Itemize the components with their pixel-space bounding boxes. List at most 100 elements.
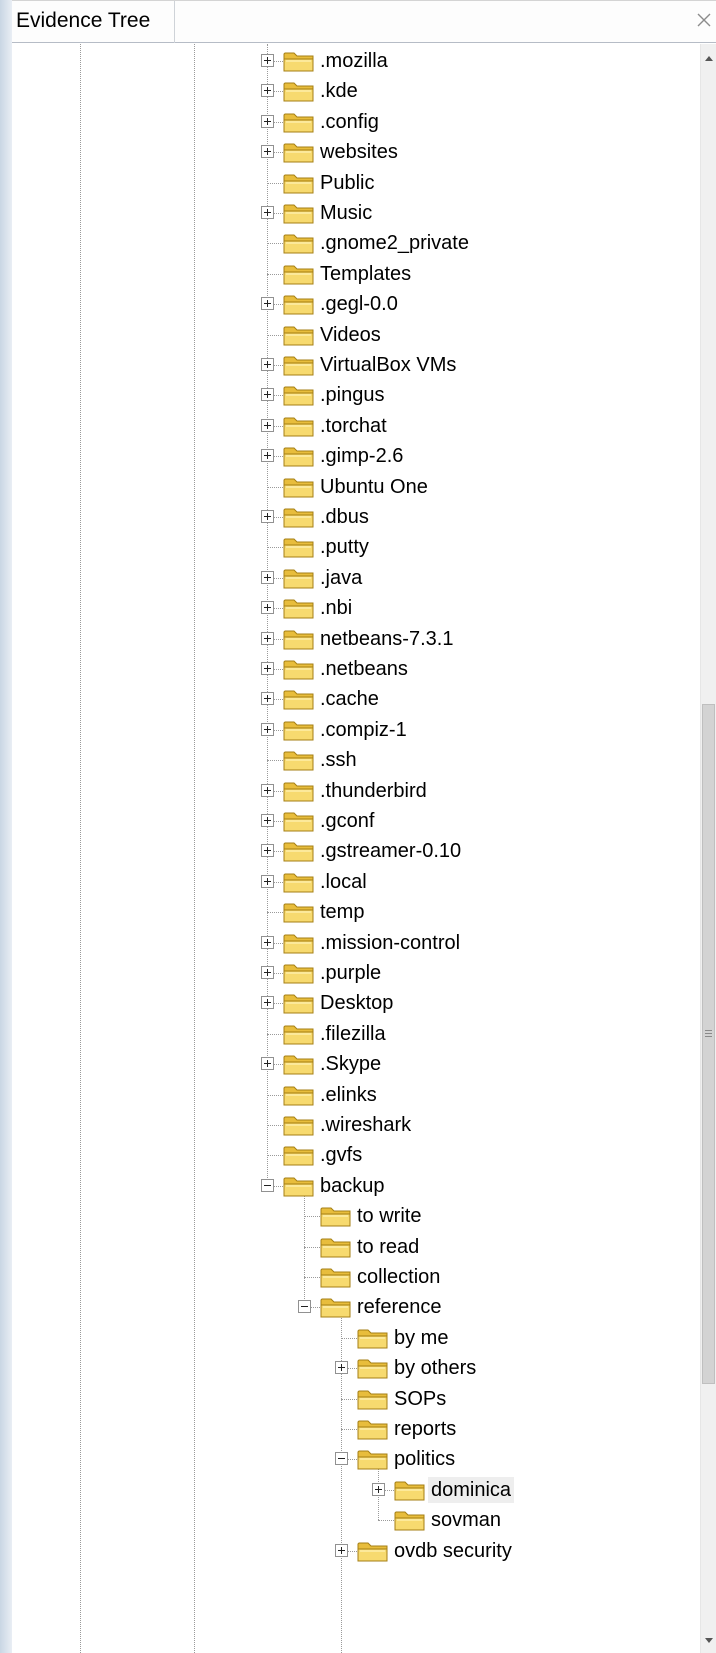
tree-node-label[interactable]: to write: [354, 1203, 424, 1229]
tree-node[interactable]: .gconf: [12, 806, 700, 836]
tree-node-label[interactable]: .gconf: [317, 808, 377, 834]
expand-plus-icon[interactable]: [261, 54, 274, 67]
tree-node-label[interactable]: by others: [391, 1355, 479, 1381]
expand-plus-icon[interactable]: [261, 935, 274, 949]
close-icon[interactable]: [694, 10, 714, 30]
tree-node-label[interactable]: .ssh: [317, 747, 360, 773]
tree-node-label[interactable]: .java: [317, 565, 365, 591]
tree-node[interactable]: temp: [12, 897, 700, 927]
tree-node-label[interactable]: .netbeans: [317, 656, 411, 682]
tree-node[interactable]: .gimp-2.6: [12, 441, 700, 471]
expand-plus-icon[interactable]: [335, 1361, 348, 1375]
tree-node[interactable]: collection: [12, 1262, 700, 1292]
tree-node-label[interactable]: ovdb security: [391, 1538, 515, 1564]
tree-node[interactable]: .wireshark: [12, 1110, 700, 1140]
tree-node[interactable]: backup: [12, 1171, 700, 1201]
tree-node-label[interactable]: VirtualBox VMs: [317, 352, 459, 378]
tree-node-label[interactable]: .mozilla: [317, 48, 391, 74]
tree-node-label[interactable]: to read: [354, 1234, 422, 1260]
tree-node-label[interactable]: .nbi: [317, 595, 355, 621]
tree-node[interactable]: by me: [12, 1323, 700, 1353]
evidence-tree[interactable]: .mozilla .kde .config websites Public Music .g…: [12, 44, 700, 1653]
tree-node[interactable]: .gegl-0.0: [12, 289, 700, 319]
tree-node-label[interactable]: backup: [317, 1173, 388, 1199]
tree-node-label[interactable]: .elinks: [317, 1082, 380, 1108]
tree-node-label[interactable]: reference: [354, 1294, 445, 1320]
vertical-scrollbar[interactable]: [700, 44, 716, 1653]
tree-node-label[interactable]: .thunderbird: [317, 778, 430, 804]
tree-node-label[interactable]: .dbus: [317, 504, 372, 530]
tree-node[interactable]: .pingus: [12, 380, 700, 410]
expand-plus-icon[interactable]: [261, 570, 274, 584]
expand-plus-icon[interactable]: [261, 631, 274, 645]
scroll-down-arrow-icon[interactable]: [701, 1631, 716, 1651]
collapse-minus-icon[interactable]: [261, 1178, 274, 1192]
tree-node-label[interactable]: .Skype: [317, 1051, 384, 1077]
tree-node-label[interactable]: .gegl-0.0: [317, 291, 401, 317]
tree-node[interactable]: .compiz-1: [12, 715, 700, 745]
expand-plus-icon[interactable]: [261, 114, 274, 128]
scrollbar-thumb[interactable]: [702, 704, 715, 1384]
tree-node[interactable]: reports: [12, 1414, 700, 1444]
tree-node-label[interactable]: dominica: [428, 1476, 515, 1503]
tree-node[interactable]: .Skype: [12, 1049, 700, 1079]
tree-node-label[interactable]: reports: [391, 1416, 459, 1442]
tree-node[interactable]: Music: [12, 198, 700, 228]
expand-plus-icon[interactable]: [261, 814, 274, 827]
tree-node[interactable]: to read: [12, 1232, 700, 1262]
tree-node-label[interactable]: Videos: [317, 322, 384, 348]
tree-node[interactable]: .mission-control: [12, 928, 700, 958]
tree-node[interactable]: VirtualBox VMs: [12, 350, 700, 380]
tree-node-label[interactable]: .wireshark: [317, 1112, 414, 1138]
tree-node[interactable]: .elinks: [12, 1080, 700, 1110]
expand-plus-icon[interactable]: [261, 145, 274, 159]
tree-node-label[interactable]: SOPs: [391, 1386, 449, 1412]
expand-plus-icon[interactable]: [261, 692, 274, 706]
tree-node-label[interactable]: Ubuntu One: [317, 474, 431, 500]
tree-node[interactable]: .nbi: [12, 593, 700, 623]
expand-plus-icon[interactable]: [261, 84, 274, 98]
tree-node[interactable]: .torchat: [12, 411, 700, 441]
tree-node[interactable]: .filezilla: [12, 1019, 700, 1049]
tree-node[interactable]: Templates: [12, 259, 700, 289]
tree-node[interactable]: .kde: [12, 76, 700, 106]
tree-node[interactable]: .config: [12, 107, 700, 137]
tree-node[interactable]: to write: [12, 1201, 700, 1231]
collapse-minus-icon[interactable]: [335, 1452, 348, 1466]
expand-plus-icon[interactable]: [261, 844, 274, 858]
collapse-minus-icon[interactable]: [298, 1300, 311, 1314]
tree-node-label[interactable]: .kde: [317, 78, 361, 104]
scroll-up-arrow-icon[interactable]: [701, 48, 716, 68]
tree-node[interactable]: politics: [12, 1444, 700, 1474]
tree-node[interactable]: .thunderbird: [12, 776, 700, 806]
tree-node-label[interactable]: sovman: [428, 1507, 504, 1533]
expand-plus-icon[interactable]: [335, 1543, 348, 1557]
tree-node[interactable]: .ssh: [12, 745, 700, 775]
tree-node-label[interactable]: Templates: [317, 261, 414, 287]
tree-node-label[interactable]: Music: [317, 200, 375, 226]
tree-node-label[interactable]: .gimp-2.6: [317, 443, 406, 469]
expand-plus-icon[interactable]: [261, 874, 274, 888]
tree-node[interactable]: .gnome2_private: [12, 228, 700, 258]
tree-node[interactable]: .purple: [12, 958, 700, 988]
tree-node[interactable]: SOPs: [12, 1384, 700, 1414]
expand-plus-icon[interactable]: [261, 783, 274, 797]
tree-node-label[interactable]: .local: [317, 869, 370, 895]
tree-node-label[interactable]: .config: [317, 109, 382, 135]
tree-node[interactable]: .gvfs: [12, 1140, 700, 1170]
tree-node[interactable]: .gstreamer-0.10: [12, 836, 700, 866]
expand-plus-icon[interactable]: [261, 662, 274, 675]
expand-plus-icon[interactable]: [261, 601, 274, 615]
tree-node-label[interactable]: .compiz-1: [317, 717, 410, 743]
tree-node[interactable]: .cache: [12, 684, 700, 714]
expand-plus-icon[interactable]: [261, 388, 274, 402]
tree-node-label[interactable]: .purple: [317, 960, 384, 986]
tree-node-label[interactable]: Desktop: [317, 990, 396, 1016]
tree-node[interactable]: Ubuntu One: [12, 472, 700, 502]
tree-node-label[interactable]: by me: [391, 1325, 451, 1351]
tree-node[interactable]: sovman: [12, 1505, 700, 1535]
tree-node[interactable]: netbeans-7.3.1: [12, 624, 700, 654]
expand-plus-icon[interactable]: [261, 996, 274, 1010]
tree-node-label[interactable]: .filezilla: [317, 1021, 389, 1047]
expand-plus-icon[interactable]: [372, 1482, 385, 1496]
